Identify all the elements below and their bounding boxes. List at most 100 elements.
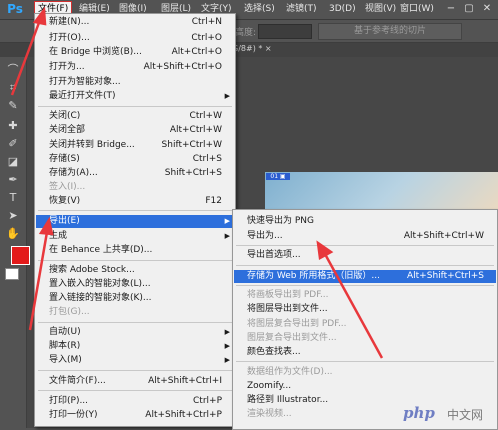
menu-filter[interactable]: 滤镜(T)	[283, 2, 320, 17]
menu-window[interactable]: 窗口(W)	[397, 2, 437, 17]
file-menu-item-shortcut: Alt+Ctrl+O	[171, 47, 222, 57]
file-menu-item[interactable]: 存储为(A)... Shift+Ctrl+S	[36, 167, 234, 180]
export-menu-item[interactable]: 颜色查找表...	[234, 346, 496, 359]
healing-brush-icon[interactable]: ✚	[5, 118, 21, 134]
file-menu-item-label: 导出(E)	[49, 216, 80, 226]
file-menu-item[interactable]: 打印(P)... Ctrl+P	[36, 395, 234, 408]
menu-view[interactable]: 视图(V)	[362, 2, 399, 17]
file-menu-item-shortcut: Alt+Ctrl+W	[169, 125, 222, 135]
file-menu-item[interactable]: 最近打开文件(T) ▶	[36, 90, 234, 103]
menu-separator	[38, 260, 232, 261]
foreground-color-swatch[interactable]	[11, 246, 30, 265]
file-menu-item[interactable]: 关闭并转到 Bridge... Shift+Ctrl+W	[36, 139, 234, 152]
file-menu-item-label: 自动(U)	[49, 327, 81, 337]
export-menu-item-shortcut: Alt+Shift+Ctrl+W	[403, 231, 484, 241]
file-menu-item-shortcut: Ctrl+N	[191, 17, 222, 27]
image-badge: 01 ▣	[266, 173, 290, 180]
file-menu-item-label: 打印一份(Y)	[49, 410, 98, 420]
hand-tool-icon[interactable]: ✋	[5, 226, 21, 242]
eyedropper-tool-icon[interactable]: ✎	[5, 98, 21, 114]
maximize-icon[interactable]: ▢	[462, 2, 476, 16]
export-menu-item[interactable]: Zoomify...	[234, 380, 496, 393]
export-menu-item[interactable]: 快速导出为 PNG	[234, 215, 496, 228]
file-menu-item-shortcut: Shift+Ctrl+S	[164, 168, 222, 178]
height-input[interactable]	[258, 24, 312, 39]
file-menu-item[interactable]: 置入嵌入的智能对象(L)...	[36, 278, 234, 291]
export-menu-item: 图层复合导出到文件...	[234, 332, 496, 345]
export-menu-item-label: 路径到 Illustrator...	[247, 395, 329, 405]
file-menu-item[interactable]: 关闭全部 Alt+Ctrl+W	[36, 124, 234, 137]
file-menu-item: 打包(G)...	[36, 306, 234, 319]
file-menu-item[interactable]: 打开(O)... Ctrl+O	[36, 32, 234, 45]
file-menu-item[interactable]: 存储(S) Ctrl+S	[36, 153, 234, 166]
file-menu-item-label: 打开为...	[49, 62, 85, 72]
file-menu-item-label: 置入嵌入的智能对象(L)...	[49, 279, 151, 289]
file-menu-item[interactable]: 置入链接的智能对象(K)...	[36, 292, 234, 305]
file-menu-item[interactable]: 打印一份(Y) Alt+Shift+Ctrl+P	[36, 409, 234, 422]
close-icon[interactable]: ✕	[480, 2, 494, 16]
lasso-tool-icon[interactable]: ⌒	[5, 62, 21, 78]
export-menu-item-label: 数据组作为文件(D)...	[247, 367, 333, 377]
file-menu-item[interactable]: 导出(E) ▶	[36, 215, 234, 228]
menu-select[interactable]: 选择(S)	[241, 2, 278, 17]
export-menu-item-label: Zoomify...	[247, 381, 292, 391]
file-menu-item-label: 打开(O)...	[49, 33, 90, 43]
file-menu-item-label: 脚本(R)	[49, 341, 81, 351]
file-menu-item: 签入(I)...	[36, 181, 234, 194]
file-menu-item[interactable]: 新建(N)... Ctrl+N	[36, 16, 234, 29]
menu-3d[interactable]: 3D(D)	[326, 2, 359, 17]
minimize-icon[interactable]: −	[444, 2, 458, 16]
file-menu-item-shortcut: Alt+Shift+Ctrl+P	[145, 410, 222, 420]
export-menu-item-label: 导出首选项...	[247, 250, 301, 260]
file-menu-item-label: 搜索 Adobe Stock...	[49, 265, 135, 275]
file-menu-item[interactable]: 生成 ▶	[36, 230, 234, 243]
export-menu-item-label: 存储为 Web 所用格式（旧版）...	[247, 271, 380, 281]
file-menu-item-label: 在 Behance 上共享(D)...	[49, 245, 153, 255]
file-menu-item-label: 签入(I)...	[49, 182, 86, 192]
file-menu-item-shortcut: F12	[205, 196, 222, 206]
guide-slices-button[interactable]: 基于参考线的切片	[318, 23, 462, 40]
file-menu-item-label: 打包(G)...	[49, 307, 90, 317]
document-tab[interactable]: G/8#) * ×	[232, 44, 272, 53]
crop-tool-icon[interactable]: ⌗	[5, 80, 21, 96]
watermark-text: 中文网	[447, 408, 484, 422]
chevron-right-icon: ▶	[224, 217, 230, 225]
file-menu-item[interactable]: 脚本(R) ▶	[36, 340, 234, 353]
file-menu-item-shortcut: Alt+Shift+Ctrl+O	[143, 62, 222, 72]
export-menu-item-label: 快速导出为 PNG	[247, 216, 314, 226]
file-menu-item-shortcut: Shift+Ctrl+W	[161, 140, 222, 150]
export-menu-item: 将画板导出到 PDF...	[234, 289, 496, 302]
brush-tool-icon[interactable]: ✐	[5, 136, 21, 152]
file-menu-item-label: 恢复(V)	[49, 196, 81, 206]
file-menu-item[interactable]: 自动(U) ▶	[36, 326, 234, 339]
file-menu-item[interactable]: 文件简介(F)... Alt+Shift+Ctrl+I	[36, 375, 234, 388]
export-menu-item-label: 图层复合导出到文件...	[247, 333, 337, 343]
menu-separator	[38, 390, 232, 391]
file-menu-item-shortcut: Ctrl+S	[192, 154, 222, 164]
export-menu-item-label: 将图层导出到文件...	[247, 304, 328, 314]
text-tool-icon[interactable]: T	[5, 190, 21, 206]
path-select-icon[interactable]: ➤	[5, 208, 21, 224]
pen-tool-icon[interactable]: ✒	[5, 172, 21, 188]
file-menu-item[interactable]: 打开为... Alt+Shift+Ctrl+O	[36, 61, 234, 74]
export-menu-item[interactable]: 导出首选项...	[234, 249, 496, 262]
file-menu-item[interactable]: 关闭(C) Ctrl+W	[36, 110, 234, 123]
file-menu-item[interactable]: 打开为智能对象...	[36, 76, 234, 89]
file-menu-item-label: 导入(M)	[49, 355, 82, 365]
file-menu: 新建(N)... Ctrl+N 打开(O)... Ctrl+O 在 Bridge 中浏览…	[34, 13, 236, 427]
export-menu-item[interactable]: 存储为 Web 所用格式（旧版）... Alt+Shift+Ctrl+S	[234, 270, 496, 283]
file-menu-item[interactable]: 导入(M) ▶	[36, 354, 234, 367]
file-menu-item[interactable]: 在 Bridge 中浏览(B)... Alt+Ctrl+O	[36, 46, 234, 59]
eraser-tool-icon[interactable]: ◪	[5, 154, 21, 170]
file-menu-item[interactable]: 恢复(V) F12	[36, 195, 234, 208]
chevron-right-icon: ▶	[224, 328, 230, 336]
file-menu-item[interactable]: 在 Behance 上共享(D)...	[36, 244, 234, 257]
background-color-swatch[interactable]	[5, 268, 19, 280]
file-menu-item[interactable]: 搜索 Adobe Stock...	[36, 264, 234, 277]
export-menu-item[interactable]: 将图层导出到文件...	[234, 303, 496, 316]
chevron-right-icon: ▶	[224, 356, 230, 364]
export-menu-item[interactable]: 导出为... Alt+Shift+Ctrl+W	[234, 230, 496, 243]
file-menu-item-shortcut: Ctrl+O	[191, 33, 222, 43]
chevron-right-icon: ▶	[224, 92, 230, 100]
export-menu-item-shortcut: Alt+Shift+Ctrl+S	[407, 271, 484, 281]
